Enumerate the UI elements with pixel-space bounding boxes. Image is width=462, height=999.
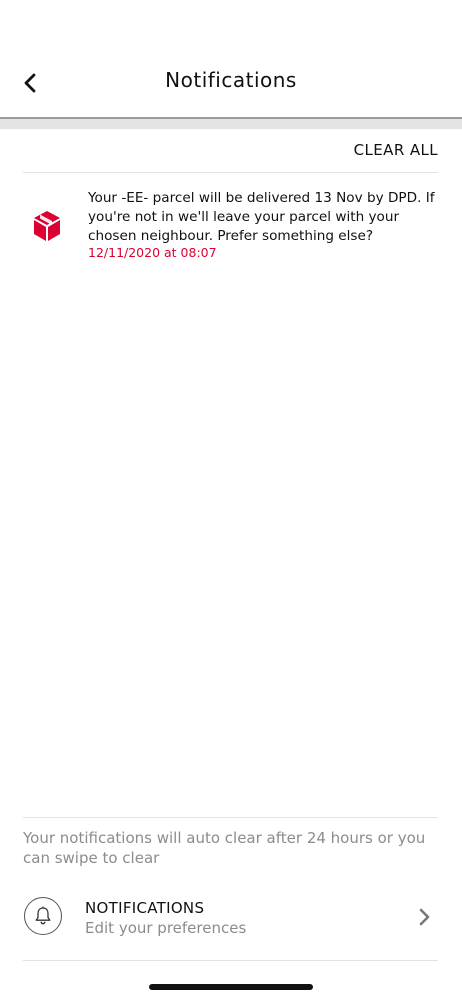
notification-timestamp: 12/11/2020 at 08:07 [88, 245, 217, 260]
divider [23, 960, 438, 961]
auto-clear-note: Your notifications will auto clear after… [23, 829, 426, 867]
page-title: Notifications [165, 68, 297, 92]
notification-message: Your -EE- parcel will be delivered 13 No… [88, 190, 435, 244]
bell-icon-circle [24, 897, 62, 935]
chevron-right-icon [419, 908, 430, 926]
bell-icon [35, 906, 51, 925]
preferences-title: NOTIFICATIONS [85, 899, 205, 917]
dpd-parcel-icon [34, 211, 60, 241]
divider [23, 172, 438, 173]
header-shadow-band [0, 119, 462, 129]
notification-preferences-row[interactable]: NOTIFICATIONS Edit your preferences [0, 895, 462, 959]
home-indicator[interactable] [149, 984, 313, 990]
top-header: Notifications [0, 0, 462, 118]
clear-all-button[interactable]: CLEAR ALL [354, 141, 438, 159]
preferences-subtitle: Edit your preferences [85, 919, 247, 937]
divider [23, 817, 438, 818]
notification-item[interactable]: Your -EE- parcel will be delivered 13 No… [0, 186, 462, 276]
